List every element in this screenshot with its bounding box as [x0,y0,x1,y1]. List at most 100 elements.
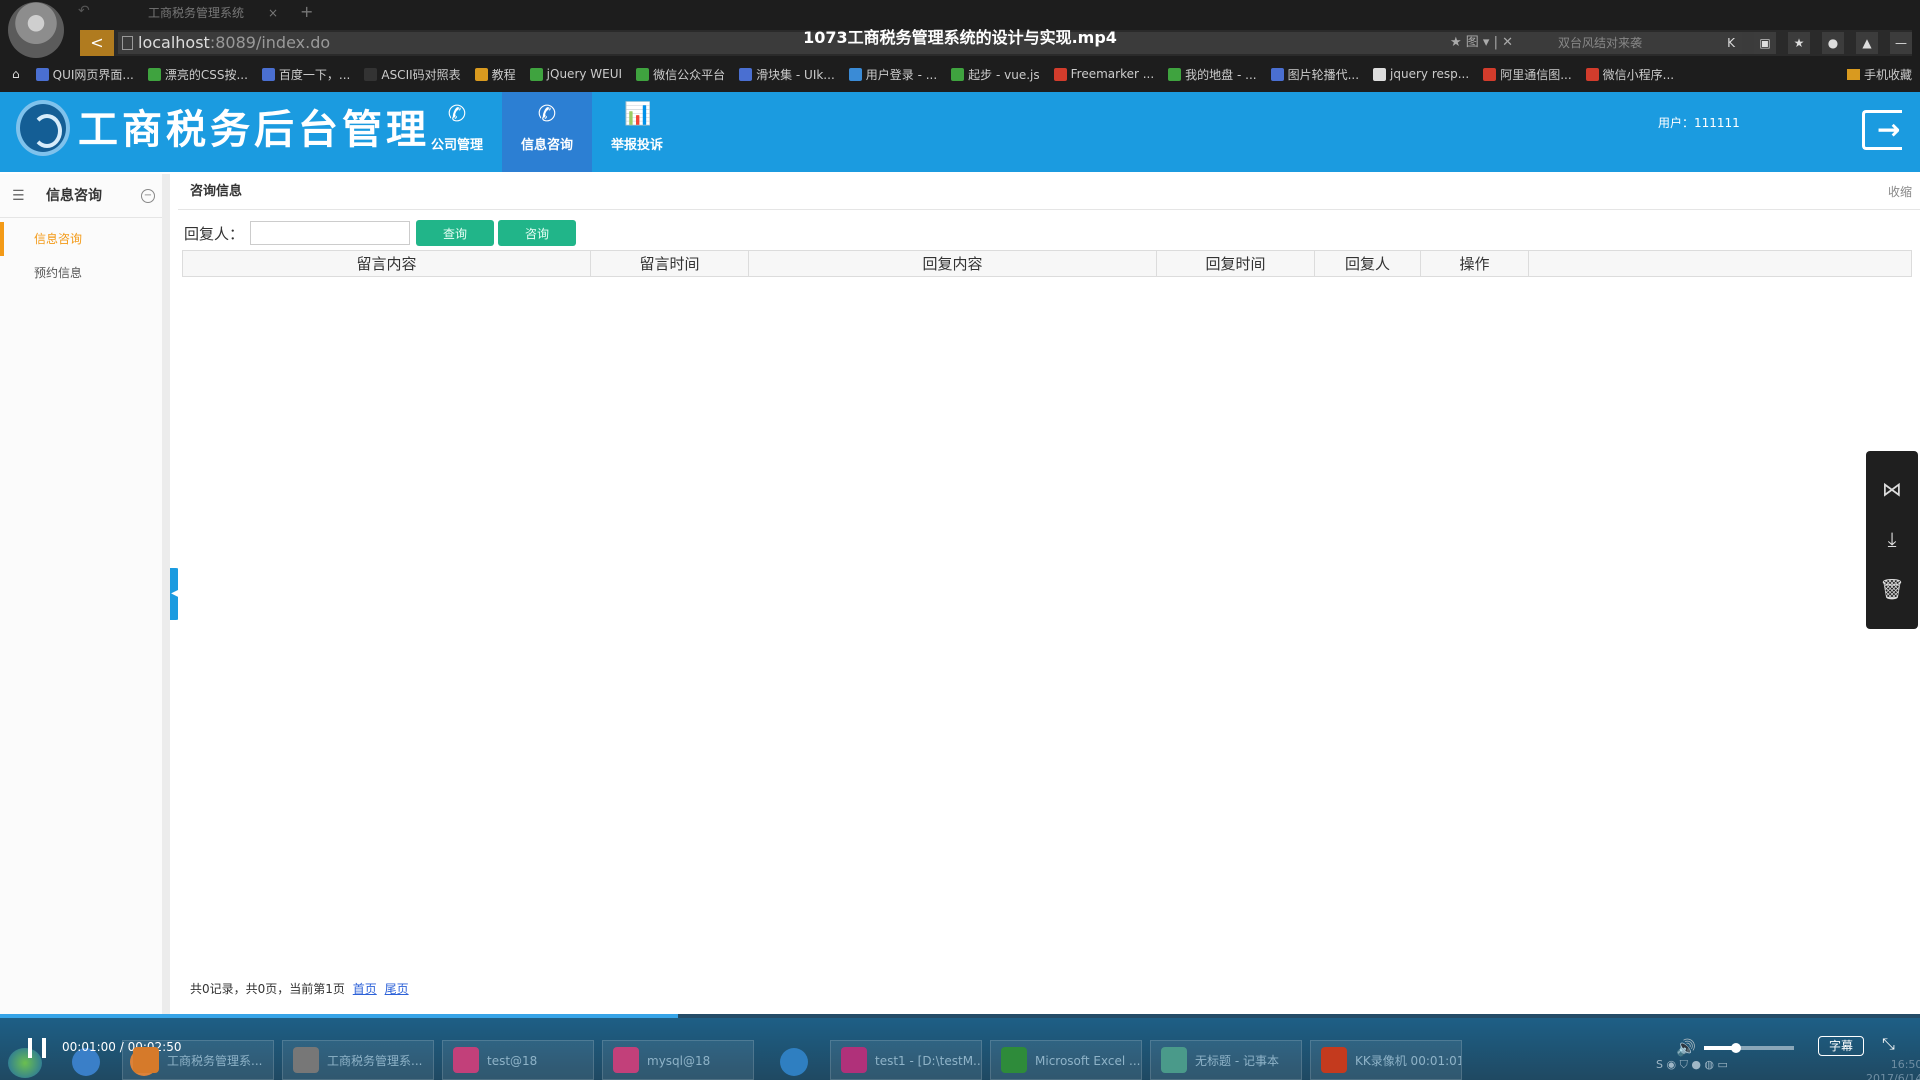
sidebar-item-info-consult[interactable]: 信息咨询 [0,222,162,256]
taskbar-item[interactable]: KK录像机 00:01:01 [1310,1040,1462,1080]
bookmark-item[interactable]: 微信公众平台 [636,66,725,83]
sidebar-header: ☰ 信息咨询 − [0,174,162,218]
bookmark-item[interactable]: 微信小程序... [1585,66,1674,83]
sidebar-title: 信息咨询 [46,188,102,204]
bookmark-item[interactable]: 我的地盘 - ... [1168,66,1257,83]
volume-icon[interactable]: 🔊 [1676,1038,1696,1057]
browser-avatar[interactable] [8,2,64,58]
column-header: 回复内容 [748,250,1157,277]
mobile-bookmarks[interactable]: 手机收藏 [1846,62,1912,86]
bookmark-icon [1373,67,1387,81]
extension-info-icon[interactable]: ● [1822,32,1844,54]
bookmark-item[interactable]: 阿里通信图... [1483,66,1572,83]
extension-k-icon[interactable]: K [1720,32,1742,54]
column-header-spacer [1528,250,1912,277]
main-content: 咨询信息 收缩 回复人： 查询 咨询 留言内容 留言时间 回复内容 回复时间 回… [178,174,1920,1014]
bookmark-item[interactable]: jquery resp... [1373,67,1469,81]
sidebar-item-label: 预约信息 [34,266,83,280]
taskbar: 00:01:00 / 00:02:50 工商税务管理系... 工商税务管理系...… [0,1018,1920,1080]
bookmark-item[interactable]: 起步 - vue.js [951,66,1040,83]
search-button[interactable]: 查询 [416,220,495,246]
bookmark-icon [1053,67,1067,81]
bookmark-item[interactable]: 漂亮的CSS按... [147,66,248,83]
bookmark-item[interactable]: 百度一下，... [261,66,350,83]
taskbar-app-icon [133,1047,159,1073]
taskbar-item[interactable]: Microsoft Excel ... [990,1040,1142,1080]
volume-slider[interactable] [1704,1043,1794,1053]
nav-info-consult[interactable]: ✆ 信息咨询 [502,92,592,172]
user-label: 用户：111111 [1658,116,1740,130]
taskbar-item-label: 工商税务管理系... [167,1054,263,1068]
bookmark-item[interactable]: jQuery WEUI [529,67,622,81]
extension-star-icon[interactable]: ★ [1788,32,1810,54]
collapse-circle-icon[interactable]: − [141,189,155,203]
tab-close-icon[interactable]: × [268,2,278,24]
taskbar-app-icon [453,1047,479,1073]
bookmark-icon [529,67,543,81]
bookmark-item[interactable]: 用户登录 - ... [848,66,938,83]
bookmark-item[interactable]: Freemarker ... [1053,67,1154,81]
new-tab-button[interactable]: + [300,2,313,21]
bookmark-label: 漂亮的CSS按... [164,67,248,82]
taskbar-item-label: test1 - [D:\testM... [875,1054,982,1068]
extension-menu-icon[interactable]: — [1890,32,1912,54]
address-tools[interactable]: ★ 图 ▾ | ✕ [1450,32,1513,54]
app-circle-icon[interactable] [780,1048,808,1076]
consult-table: 留言内容 留言时间 回复内容 回复时间 回复人 操作 [182,250,1912,277]
extension-lock-icon[interactable]: ▣ [1754,32,1776,54]
exit-fullscreen-icon[interactable]: ⤡ [1882,1034,1895,1054]
bookmark-item[interactable]: 教程 [474,66,516,83]
address-row: < localhost:8089/index.do ★ 图 ▾ | ✕ 双台风结… [80,30,1912,56]
pause-icon[interactable] [28,1038,46,1058]
nav-label: 信息咨询 [520,138,573,153]
sidebar-item-appointments[interactable]: 预约信息 [0,256,162,290]
bookmark-icon [739,67,753,81]
back-button[interactable]: < [80,30,114,56]
last-page-link[interactable]: 尾页 [385,982,409,996]
bookmark-item[interactable]: 图片轮播代... [1270,66,1359,83]
home-icon[interactable]: ⌂ [12,67,20,81]
taskbar-item[interactable]: mysql@18 [602,1040,754,1080]
browser-tab[interactable]: 工商税务管理系统 × [128,2,286,24]
page-title: 咨询信息 [190,184,243,199]
volume-knob[interactable] [1730,1043,1741,1053]
url-host: localhost [138,33,210,52]
bookmark-icon [474,67,488,81]
replier-input[interactable] [250,221,411,245]
extension-game-icon[interactable]: ▲ [1856,32,1878,54]
logout-icon[interactable] [1862,110,1902,150]
taskbar-item[interactable]: 工商税务管理系... [282,1040,434,1080]
bookmark-item[interactable]: ASCII码对照表 [364,66,461,83]
system-tray[interactable]: S ◉ ⛉ ● ◍ ▭ [1656,1058,1728,1072]
nav-report-complaint[interactable]: 📊 举报投诉 [592,92,682,172]
column-header: 回复人 [1314,250,1421,277]
nav-company-management[interactable]: ✆ 公司管理 [412,92,502,172]
bookmark-label: 用户登录 - ... [865,67,938,82]
mobile-bookmarks-label: 手机收藏 [1863,67,1912,82]
bookmark-icon [848,67,862,81]
subtitle-button[interactable]: 字幕 [1818,1036,1864,1056]
taskbar-item[interactable]: 无标题 - 记事本 [1150,1040,1302,1080]
taskbar-item[interactable]: test1 - [D:\testM... [830,1040,982,1080]
phone-icon: ✆ [537,102,557,127]
download-icon[interactable]: ⤓ [1866,519,1918,559]
address-bar[interactable]: localhost:8089/index.do [118,32,1568,54]
bookmark-item[interactable]: QUI网页界面... [35,66,134,83]
taskbar-item-label: 无标题 - 记事本 [1195,1054,1279,1068]
collapse-link[interactable]: 收缩 [1888,174,1912,210]
share-icon[interactable]: ⋈ [1866,469,1918,509]
taskbar-app-icon [841,1047,867,1073]
taskbar-app-icon [1161,1047,1187,1073]
consult-button[interactable]: 咨询 [498,220,577,246]
first-page-link[interactable]: 首页 [353,982,377,996]
taskbar-item[interactable]: 工商税务管理系... [122,1040,274,1080]
taskbar-item[interactable]: test@18 [442,1040,594,1080]
tab-back-icon[interactable]: ↶ [78,3,90,19]
nav-label: 举报投诉 [610,138,663,153]
table-header-row: 留言内容 留言时间 回复内容 回复时间 回复人 操作 [182,250,1912,277]
taskbar-app-icon [613,1047,639,1073]
sidebar: ☰ 信息咨询 − 信息咨询 预约信息 [0,174,170,1014]
bookmark-item[interactable]: 滑块集 - UIk... [739,66,835,83]
taskbar-item-label: test@18 [487,1054,538,1068]
trash-icon[interactable]: 🗑 [1866,569,1918,609]
